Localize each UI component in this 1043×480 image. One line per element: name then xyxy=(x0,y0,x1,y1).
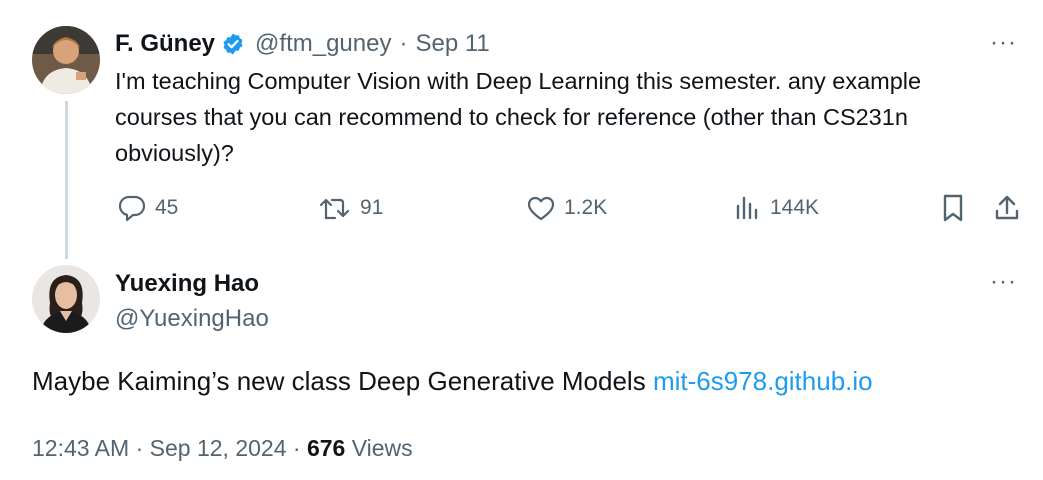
share-button[interactable] xyxy=(993,193,1021,228)
reply-author-name[interactable]: Yuexing Hao xyxy=(115,270,259,298)
reply-count: 45 xyxy=(155,196,179,219)
tweet-header: F. Güney @ftm_guney · Sep 11 xyxy=(115,30,490,58)
reply-more-options-icon[interactable]: ··· xyxy=(990,270,1017,294)
reply-time[interactable]: 12:43 AM xyxy=(32,435,129,461)
reply-link[interactable]: mit-6s978.github.io xyxy=(653,366,873,396)
reply-text-body: Maybe Kaiming’s new class Deep Generativ… xyxy=(32,366,653,396)
author-handle[interactable]: @ftm_guney xyxy=(255,30,391,58)
avatar-photo xyxy=(32,26,100,94)
retweet-icon xyxy=(318,194,352,222)
like-button[interactable]: 1.2K xyxy=(526,194,607,222)
reply-text: Maybe Kaiming’s new class Deep Generativ… xyxy=(32,365,873,397)
views-count: 144K xyxy=(770,196,820,219)
bookmark-button[interactable] xyxy=(940,193,966,228)
share-icon xyxy=(993,195,1021,227)
bookmark-icon xyxy=(940,194,966,227)
reply-views-label: Views xyxy=(351,435,413,461)
heart-icon xyxy=(526,194,556,222)
verified-badge-icon xyxy=(221,32,245,56)
reply-author-handle[interactable]: @YuexingHao xyxy=(115,305,269,333)
retweet-count: 91 xyxy=(360,196,384,219)
meta-separator: · xyxy=(135,435,144,461)
reply-date[interactable]: Sep 12, 2024 xyxy=(150,435,287,461)
header-separator: · xyxy=(399,30,408,57)
tweet-text: I'm teaching Computer Vision with Deep L… xyxy=(115,68,922,166)
reply-views-count: 676 xyxy=(306,435,346,461)
meta-separator-2: · xyxy=(292,435,301,461)
reply-avatar-photo xyxy=(32,265,100,333)
thread-connector-line xyxy=(65,101,68,259)
analytics-icon xyxy=(734,194,762,222)
retweet-button[interactable]: 91 xyxy=(318,194,383,222)
views-button[interactable]: 144K xyxy=(734,194,819,222)
reply-button[interactable]: 45 xyxy=(117,194,178,222)
tweet-date[interactable]: Sep 11 xyxy=(415,30,489,58)
more-options-icon[interactable]: ··· xyxy=(990,31,1017,55)
avatar[interactable] xyxy=(32,26,100,94)
like-count: 1.2K xyxy=(564,196,608,219)
author-name[interactable]: F. Güney xyxy=(115,30,215,58)
reply-avatar[interactable] xyxy=(32,265,100,333)
reply-icon xyxy=(117,194,147,222)
reply-meta: 12:43 AM · Sep 12, 2024 · 676 Views xyxy=(32,434,413,462)
